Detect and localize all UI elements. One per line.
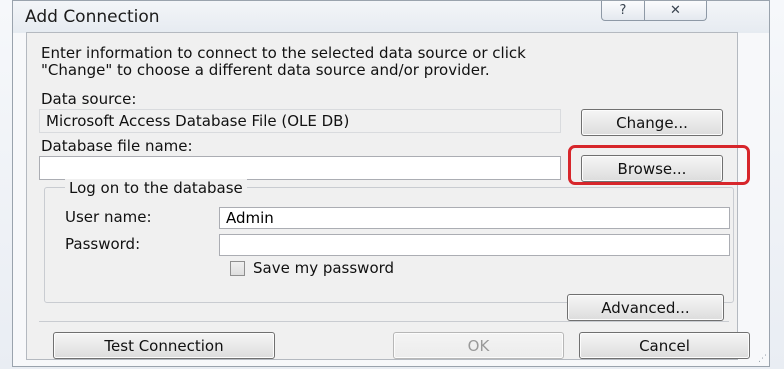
save-password-checkbox[interactable]: [230, 261, 245, 276]
data-source-value: Microsoft Access Database File (OLE DB): [39, 109, 561, 133]
database-file-label: Database file name:: [41, 137, 193, 155]
save-password-label: Save my password: [253, 259, 395, 277]
user-name-input[interactable]: [219, 207, 730, 229]
logon-legend: Log on to the database: [65, 179, 247, 197]
help-button[interactable]: ?: [601, 1, 645, 21]
password-label: Password:: [65, 235, 141, 253]
cancel-button[interactable]: Cancel: [579, 332, 750, 359]
browse-highlight-annotation: [568, 145, 750, 185]
resize-grip-icon[interactable]: ⋰: [758, 354, 768, 364]
change-button[interactable]: Change...: [581, 109, 723, 136]
help-icon: ?: [619, 3, 627, 18]
ok-button[interactable]: OK: [393, 332, 564, 359]
user-name-label: User name:: [65, 208, 152, 226]
dialog-title: Add Connection: [25, 7, 160, 27]
dialog-content: Enter information to connect to the sele…: [26, 32, 750, 360]
database-file-input[interactable]: [39, 156, 561, 180]
footer-separator: [39, 321, 729, 322]
password-input[interactable]: [219, 234, 730, 256]
data-source-label: Data source:: [41, 90, 137, 108]
close-button[interactable]: ✕: [645, 1, 707, 21]
advanced-button[interactable]: Advanced...: [567, 294, 724, 321]
close-icon: ✕: [670, 3, 681, 18]
intro-text: Enter information to connect to the sele…: [41, 44, 526, 79]
test-connection-button[interactable]: Test Connection: [53, 332, 275, 359]
